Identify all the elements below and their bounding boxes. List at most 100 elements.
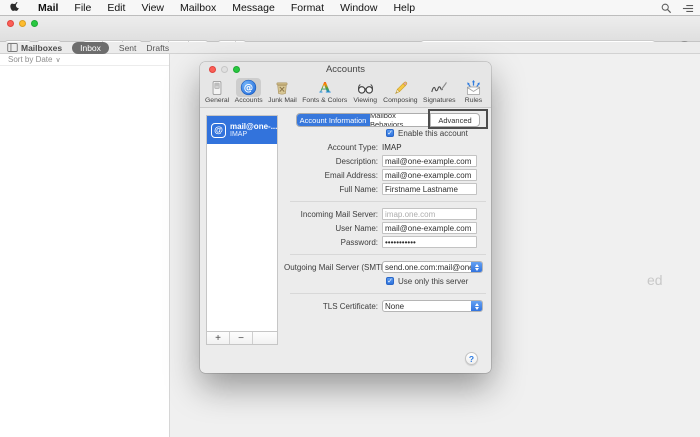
use-only-server-checkbox[interactable]: ✓	[386, 277, 394, 285]
signatures-icon	[431, 81, 448, 93]
prefs-tab-accounts[interactable]: @ Accounts	[235, 78, 263, 107]
prefs-tab-junk-mail[interactable]: Junk Mail	[268, 78, 297, 107]
add-account-button[interactable]: +	[207, 332, 230, 344]
menu-bar: Mail File Edit View Mailbox Message Form…	[0, 0, 700, 16]
email-address-label: Email Address:	[324, 170, 378, 180]
message-list-column: Sort by Date ∨	[0, 54, 170, 437]
enable-account-checkbox[interactable]: ✓	[386, 129, 394, 137]
account-type-value: IMAP	[382, 142, 402, 152]
prefs-tab-viewing-label: Viewing	[353, 97, 378, 104]
prefs-zoom-button[interactable]	[233, 66, 240, 73]
accounts-icon: @	[240, 79, 257, 96]
full-name-field[interactable]	[382, 183, 477, 195]
prefs-tab-composing-label: Composing	[383, 97, 418, 104]
dropdown-arrows-icon	[471, 301, 482, 311]
incoming-server-field	[382, 208, 477, 220]
minimize-button[interactable]	[19, 20, 26, 27]
account-protocol: IMAP	[230, 131, 248, 138]
spotlight-icon[interactable]	[661, 3, 672, 14]
mailboxes-label: Mailboxes	[21, 42, 63, 53]
account-name: mail@one-...	[230, 122, 277, 131]
smtp-server-value: send.one.com:mail@one-exam	[385, 262, 471, 272]
use-only-server-label: Use only this server	[398, 276, 469, 286]
prefs-tab-rules[interactable]: Rules	[461, 78, 486, 107]
mailboxes-toggle[interactable]: Mailboxes	[7, 43, 62, 53]
favorites-drafts[interactable]: Drafts	[146, 43, 169, 53]
mail-window-titlebar: Search ✕	[0, 16, 700, 54]
form-divider	[290, 254, 486, 255]
close-button[interactable]	[7, 20, 14, 27]
form-divider	[290, 293, 486, 294]
account-list: @ mail@one-... IMAP + −	[206, 115, 278, 345]
tab-account-information[interactable]: Account Information	[297, 114, 370, 126]
tls-certificate-label: TLS Certificate:	[322, 301, 378, 311]
full-name-label: Full Name:	[339, 184, 378, 194]
at-badge-icon: @	[211, 122, 226, 138]
prefs-toolbar: General @ Accounts Junk Mail A Fonts & C…	[200, 78, 491, 108]
enable-account-label: Enable this account	[398, 128, 468, 138]
tab-mailbox-behaviors[interactable]: Mailbox Behaviors	[370, 114, 431, 126]
favorites-sent[interactable]: Sent	[119, 43, 137, 53]
favorites-inbox[interactable]: Inbox	[72, 41, 109, 54]
sort-by-date-button[interactable]: Sort by Date ∨	[0, 54, 169, 66]
svg-text:A: A	[318, 80, 331, 96]
menu-message[interactable]: Message	[224, 2, 283, 14]
prefs-tab-general-label: General	[205, 97, 230, 104]
svg-text:@: @	[244, 83, 253, 94]
general-icon	[212, 80, 222, 95]
description-field[interactable]	[382, 155, 477, 167]
tls-certificate-select[interactable]: None	[382, 300, 483, 312]
menu-format[interactable]: Format	[283, 2, 332, 14]
account-type-label: Account Type:	[327, 142, 378, 152]
prefs-tab-fonts-colors-label: Fonts & Colors	[302, 97, 348, 104]
prefs-tab-signatures[interactable]: Signatures	[423, 78, 456, 107]
help-button[interactable]: ?	[465, 352, 478, 365]
accounts-preferences-window: Accounts General @ Accounts Junk Mail A …	[200, 62, 491, 373]
account-actions-filler	[253, 332, 277, 344]
dropdown-arrows-icon	[471, 262, 482, 272]
menu-file[interactable]: File	[66, 2, 99, 14]
zoom-button[interactable]	[31, 20, 38, 27]
composing-icon	[395, 81, 408, 94]
prefs-close-button[interactable]	[209, 66, 216, 73]
junk-mail-icon	[276, 82, 288, 94]
prefs-tab-fonts-colors[interactable]: A Fonts & Colors	[302, 78, 347, 107]
tls-certificate-value: None	[385, 301, 405, 311]
tab-advanced[interactable]: Advanced	[431, 114, 479, 126]
account-list-item[interactable]: @ mail@one-... IMAP	[207, 116, 277, 144]
user-name-field[interactable]	[382, 222, 477, 234]
menu-help[interactable]: Help	[385, 2, 423, 14]
prefs-tab-rules-label: Rules	[464, 97, 483, 104]
sidebar-icon	[7, 43, 18, 52]
email-address-field[interactable]	[382, 169, 477, 181]
menu-window[interactable]: Window	[332, 2, 385, 14]
prefs-window-title: Accounts	[325, 64, 366, 75]
prefs-tab-general[interactable]: General	[205, 78, 229, 107]
sort-label: Sort by Date	[8, 55, 53, 64]
prefs-tab-composing[interactable]: Composing	[383, 78, 418, 107]
apple-icon	[10, 1, 19, 11]
notification-center-icon[interactable]	[682, 3, 694, 14]
description-label: Description:	[335, 156, 378, 166]
user-name-label: User Name:	[335, 223, 378, 233]
menu-mailbox[interactable]: Mailbox	[172, 2, 224, 14]
prefs-titlebar: Accounts	[200, 62, 491, 78]
viewing-icon	[357, 83, 373, 94]
fonts-colors-icon: A	[318, 80, 331, 96]
incoming-server-label: Incoming Mail Server:	[300, 209, 378, 219]
form-divider	[290, 201, 486, 202]
favorites-bar: Mailboxes Inbox Sent Drafts	[0, 41, 700, 54]
menu-mail[interactable]: Mail	[30, 2, 66, 14]
prefs-tab-signatures-label: Signatures	[423, 97, 456, 104]
menu-view[interactable]: View	[133, 2, 172, 14]
prefs-tab-accounts-label: Accounts	[234, 97, 263, 104]
smtp-server-select[interactable]: send.one.com:mail@one-exam	[382, 261, 483, 273]
remove-account-button[interactable]: −	[230, 332, 253, 344]
prefs-tab-viewing[interactable]: Viewing	[353, 78, 378, 107]
watermark-text: ed	[647, 272, 663, 288]
apple-menu[interactable]	[0, 1, 30, 14]
password-field[interactable]	[382, 236, 477, 248]
menu-edit[interactable]: Edit	[99, 2, 133, 14]
password-label: Password:	[340, 237, 378, 247]
account-detail-tabs: Account Information Mailbox Behaviors Ad…	[296, 113, 480, 127]
